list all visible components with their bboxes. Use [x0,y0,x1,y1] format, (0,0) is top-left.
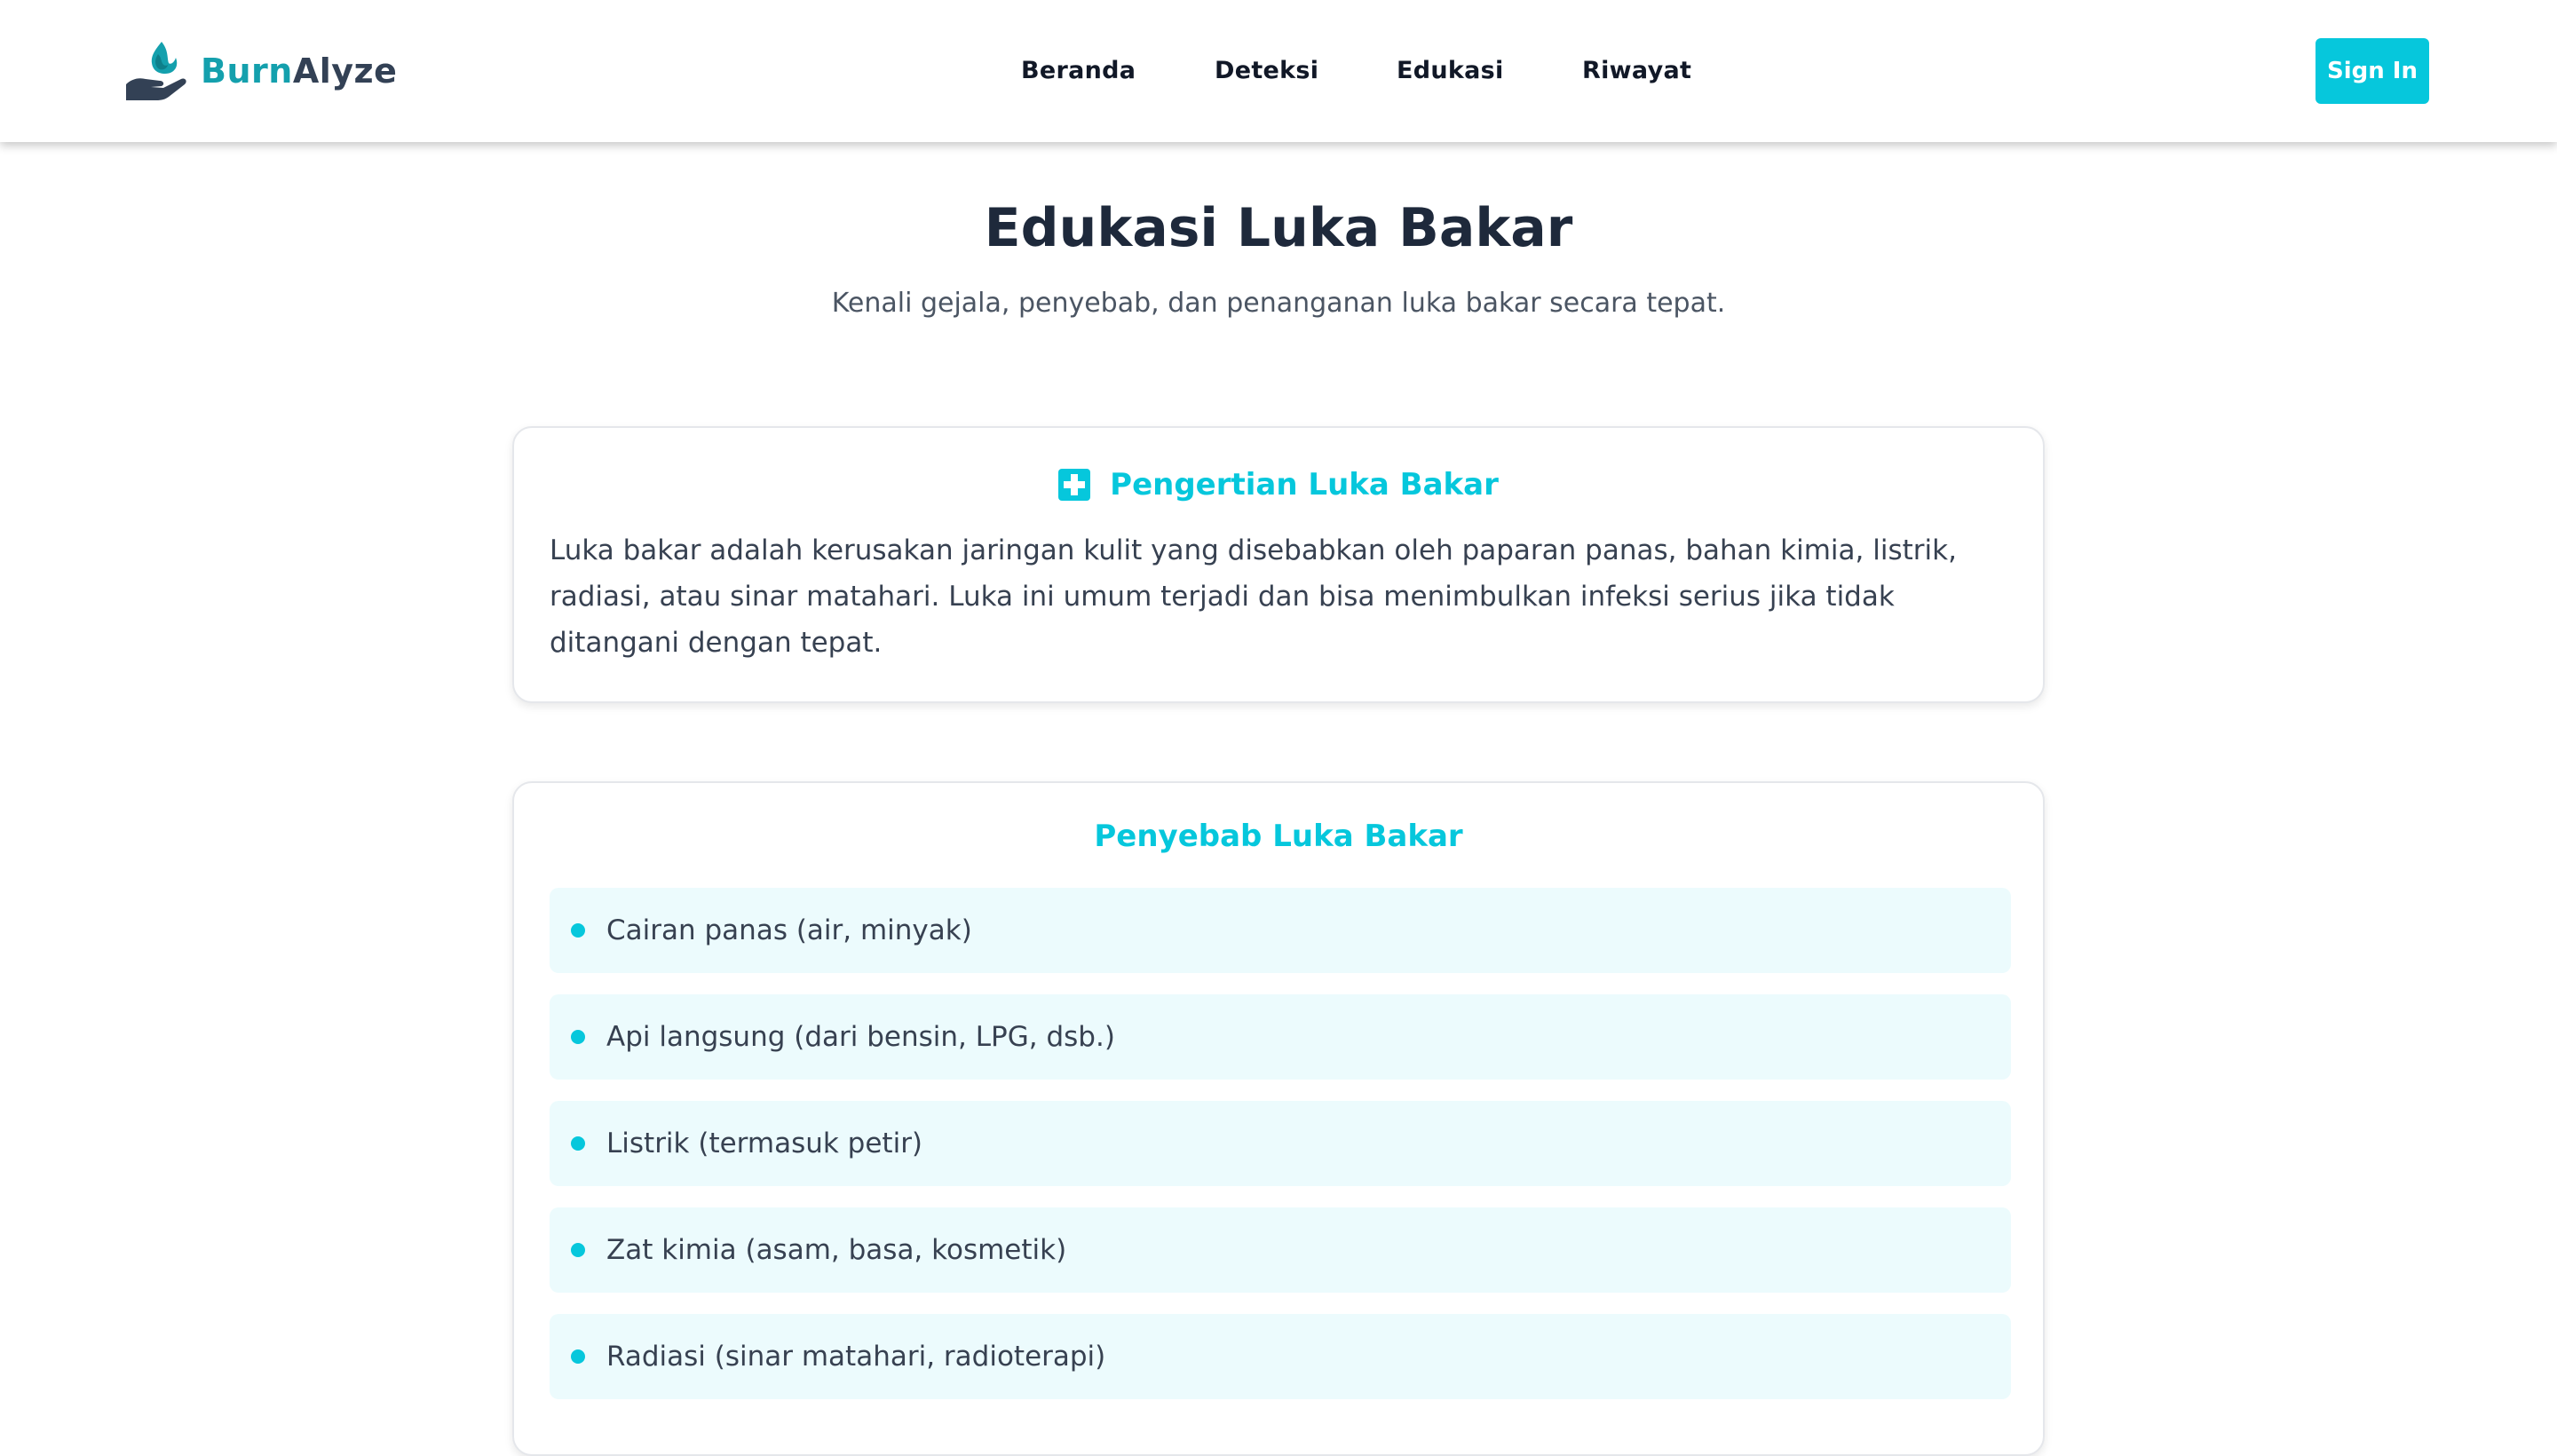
nav-link-deteksi[interactable]: Deteksi [1215,57,1318,84]
cause-label: Api langsung (dari bensin, LPG, dsb.) [606,1021,1115,1053]
causes-list: Cairan panas (air, minyak) Api langsung … [550,888,2011,1420]
list-item: Zat kimia (asam, basa, kosmetik) [550,1207,2011,1293]
definition-heading: Pengertian Luka Bakar [514,467,2043,502]
top-navbar: BurnAlyze Beranda Deteksi Edukasi Riwaya… [0,0,2557,142]
nav-link-edukasi[interactable]: Edukasi [1397,57,1504,84]
page-subtitle: Kenali gejala, penyebab, dan penanganan … [831,288,1726,319]
definition-body: Luka bakar adalah kerusakan jaringan kul… [550,534,1957,659]
causes-card: Penyebab Luka Bakar Cairan panas (air, m… [512,781,2045,1456]
page-title: Edukasi Luka Bakar [984,197,1573,259]
list-item: Cairan panas (air, minyak) [550,888,2011,973]
definition-card: Pengertian Luka Bakar Luka bakar adalah … [512,426,2045,703]
definition-heading-text: Pengertian Luka Bakar [1110,467,1499,502]
cause-label: Listrik (termasuk petir) [606,1128,923,1159]
plus-square-icon [1058,469,1091,501]
cause-label: Zat kimia (asam, basa, kosmetik) [606,1234,1067,1266]
nav-link-riwayat[interactable]: Riwayat [1582,57,1691,84]
list-item: Listrik (termasuk petir) [550,1101,2011,1186]
sign-in-button[interactable]: Sign In [2316,38,2429,104]
list-item: Radiasi (sinar matahari, radioterapi) [550,1314,2011,1399]
nav-link-beranda[interactable]: Beranda [1021,57,1136,84]
cause-label: Cairan panas (air, minyak) [606,914,972,946]
causes-heading-text: Penyebab Luka Bakar [1094,819,1463,854]
bullet-dot [571,1136,585,1151]
list-item: Api langsung (dari bensin, LPG, dsb.) [550,994,2011,1080]
causes-heading: Penyebab Luka Bakar [514,819,2043,854]
bullet-dot [571,1030,585,1044]
bullet-dot [571,1349,585,1364]
bullet-dot [571,1243,585,1257]
main-nav: Beranda Deteksi Edukasi Riwayat [0,0,2557,142]
cause-label: Radiasi (sinar matahari, radioterapi) [606,1341,1106,1373]
bullet-dot [571,923,585,938]
